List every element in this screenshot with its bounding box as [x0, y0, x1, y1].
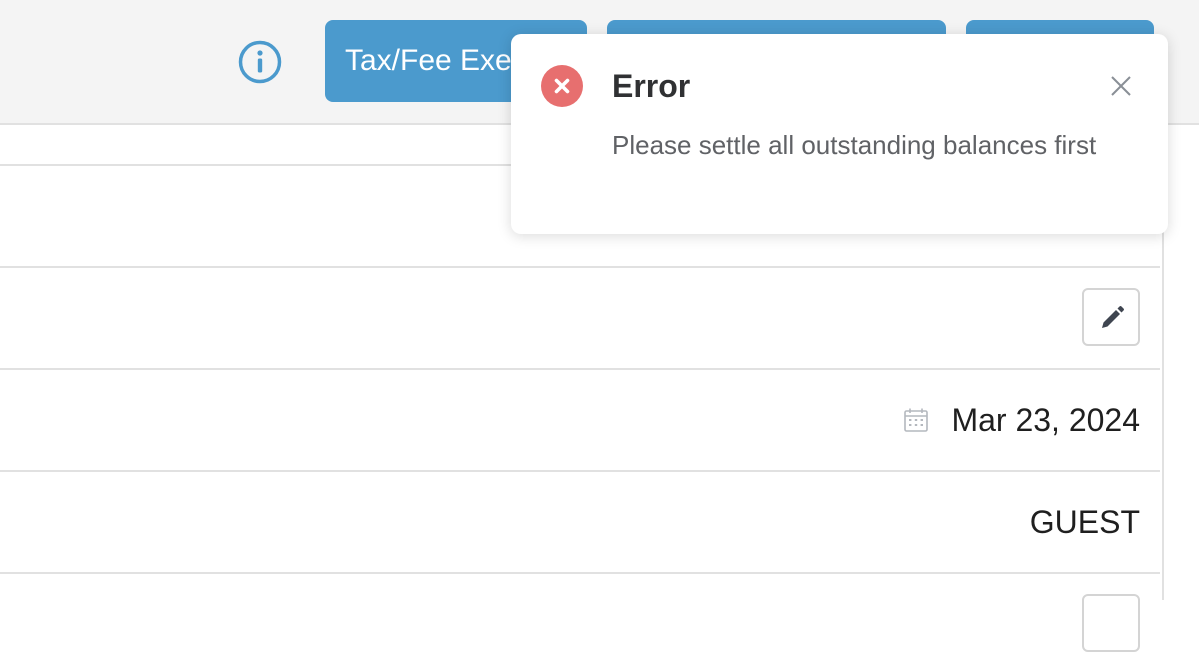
detail-row: Mar 23, 2024: [0, 370, 1160, 472]
error-circle-icon: [541, 65, 583, 107]
notification-message: Please settle all outstanding balances f…: [612, 130, 1097, 160]
info-icon[interactable]: [237, 39, 283, 85]
close-icon[interactable]: [1109, 74, 1133, 98]
date-value: Mar 23, 2024: [951, 401, 1140, 438]
edit-button[interactable]: [1082, 594, 1140, 652]
calendar-icon: [904, 408, 929, 432]
pencil-icon: [1102, 306, 1124, 328]
error-notification: Error Please settle all outstanding bala…: [511, 34, 1168, 234]
detail-row: [0, 268, 1160, 370]
date-field[interactable]: Mar 23, 2024: [903, 370, 1140, 470]
notification-title: Error: [612, 68, 691, 104]
guest-label: GUEST: [1029, 504, 1140, 540]
detail-row: [0, 574, 1160, 652]
edit-button[interactable]: [1082, 288, 1140, 346]
detail-row: GUEST: [0, 472, 1160, 574]
